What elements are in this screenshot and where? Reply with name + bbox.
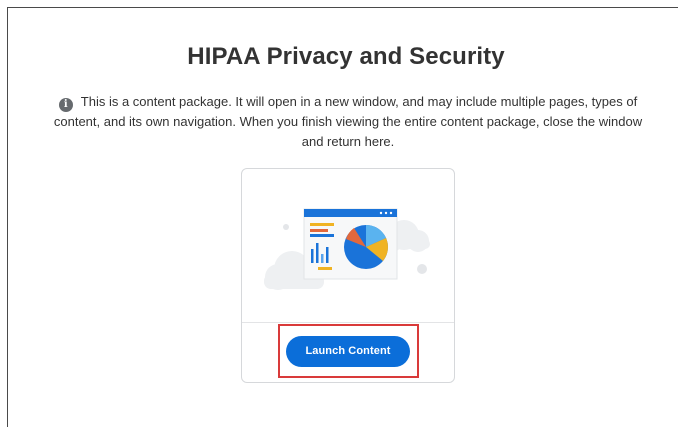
chart-illustration — [264, 208, 430, 290]
card-illustration-area — [242, 169, 454, 323]
info-message: i This is a content package. It will open… — [48, 92, 648, 152]
info-icon: i — [58, 98, 73, 112]
info-text: This is a content package. It will open … — [53, 94, 643, 149]
launch-content-button[interactable]: Launch Content — [286, 336, 410, 367]
pie-chart-shape — [344, 225, 388, 269]
page-title: HIPAA Privacy and Security — [187, 43, 505, 70]
